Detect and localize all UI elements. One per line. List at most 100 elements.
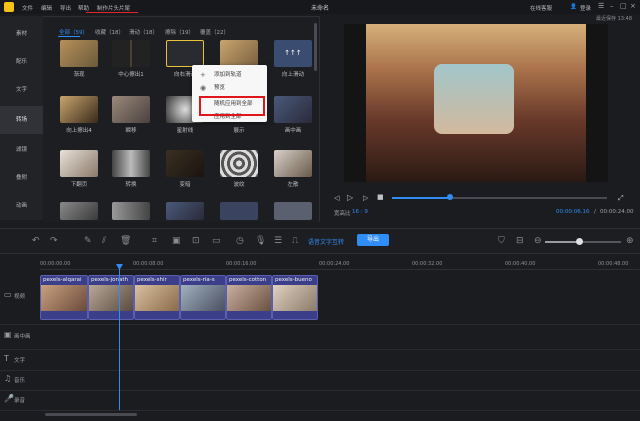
tick-label: 00:00:08.00 bbox=[133, 261, 164, 267]
crop-icon[interactable]: ⌗ bbox=[152, 236, 157, 246]
sidebar-item-overlay[interactable]: 叠附 bbox=[0, 164, 43, 192]
transition-thumb[interactable] bbox=[220, 40, 258, 67]
transition-thumb[interactable] bbox=[166, 202, 204, 220]
user-icon[interactable]: 👤 bbox=[570, 4, 577, 10]
video-preview[interactable] bbox=[344, 24, 608, 182]
tick-label: 00:00:48.00 bbox=[598, 261, 629, 267]
timeline-scrollbar[interactable] bbox=[45, 413, 137, 416]
track-header-pip[interactable]: ▣ 画中画 bbox=[0, 330, 40, 344]
menu-intro-outro[interactable]: 制作片头片尾 bbox=[97, 4, 130, 12]
tab-cover[interactable]: 覆盖（22） bbox=[200, 28, 229, 36]
stop-icon[interactable]: ■ bbox=[377, 193, 384, 201]
video-clip[interactable]: pexels-bueno bbox=[272, 275, 318, 320]
transition-thumb[interactable] bbox=[274, 202, 312, 220]
transition-thumb[interactable] bbox=[166, 150, 204, 177]
video-clip[interactable]: pexels-shir bbox=[134, 275, 180, 320]
progress-fill bbox=[392, 197, 451, 199]
transition-thumb[interactable] bbox=[60, 150, 98, 177]
tab-all[interactable]: 全部（59） bbox=[59, 28, 88, 36]
menu-icon[interactable]: ☰ bbox=[598, 2, 604, 10]
sidebar-item-transition[interactable]: 转场 bbox=[0, 106, 43, 134]
tts-icon[interactable]: ⎍ bbox=[292, 236, 298, 246]
aspect-value[interactable]: 16 : 9 bbox=[352, 209, 368, 215]
transition-thumb[interactable] bbox=[112, 150, 150, 177]
playhead[interactable] bbox=[119, 266, 120, 410]
freeze-icon[interactable]: ⊡ bbox=[192, 236, 200, 246]
maximize-icon[interactable]: □ bbox=[620, 2, 627, 10]
voice-to-text-button[interactable]: 语音文字互转 bbox=[308, 237, 344, 246]
mosaic-icon[interactable]: ▣ bbox=[172, 236, 181, 246]
transition-label: 星射线 bbox=[176, 128, 194, 134]
transition-thumb[interactable] bbox=[274, 150, 312, 177]
prev-frame-icon[interactable]: ◁ bbox=[334, 194, 339, 202]
record-icon[interactable]: 🎙 bbox=[255, 236, 266, 246]
transition-thumb[interactable] bbox=[220, 202, 258, 220]
speed-icon[interactable]: ◷ bbox=[236, 236, 244, 246]
duration-icon[interactable]: ▭ bbox=[212, 236, 221, 246]
transition-thumb[interactable] bbox=[60, 96, 98, 123]
menu-edit[interactable]: 编辑 bbox=[41, 4, 52, 12]
track-divider bbox=[0, 370, 640, 371]
next-frame-icon[interactable]: ▷ bbox=[363, 194, 368, 202]
transition-thumb[interactable] bbox=[112, 96, 150, 123]
online-support-link[interactable]: 在线客服 bbox=[530, 4, 552, 12]
subtitle-icon[interactable]: ☰ bbox=[274, 236, 282, 246]
transition-thumb[interactable]: ↑↑↑ bbox=[274, 40, 312, 67]
video-clip[interactable]: pexels-cotton bbox=[226, 275, 272, 320]
transition-label: 展示 bbox=[233, 128, 245, 134]
window-title: 未命名 bbox=[310, 5, 329, 12]
fullscreen-icon[interactable]: ⤢ bbox=[618, 194, 624, 203]
sidebar-item-music[interactable]: 配乐 bbox=[0, 48, 43, 76]
library-scrollbar[interactable] bbox=[314, 23, 317, 71]
tab-slide[interactable]: 滑动（18） bbox=[129, 28, 158, 36]
ctx-add-to-track[interactable]: + 添加到轨道 bbox=[192, 69, 267, 81]
zoom-handle[interactable] bbox=[576, 238, 584, 245]
sidebar-item-media[interactable]: 素材 bbox=[0, 20, 43, 48]
video-clip[interactable]: pexels-alqarai bbox=[40, 275, 88, 320]
transition-thumb[interactable] bbox=[60, 40, 98, 67]
ctx-preview[interactable]: ◉ 预览 bbox=[192, 82, 267, 94]
zoom-in-icon[interactable]: ⊕ bbox=[626, 236, 634, 246]
transition-thumb[interactable] bbox=[166, 40, 204, 67]
track-header-video[interactable]: ▭ 视频 bbox=[0, 290, 40, 304]
transition-thumb[interactable] bbox=[112, 40, 150, 67]
menu-help[interactable]: 帮助 bbox=[78, 4, 89, 12]
fit-icon[interactable]: ⊟ bbox=[516, 236, 524, 246]
delete-icon[interactable]: 🗑 bbox=[120, 236, 131, 246]
clip-thumbnail bbox=[181, 285, 225, 311]
transition-thumb[interactable] bbox=[274, 96, 312, 123]
transition-thumb[interactable] bbox=[112, 202, 150, 220]
sidebar-item-text[interactable]: 文字 bbox=[0, 76, 43, 104]
transition-label: 左散 bbox=[287, 182, 299, 188]
transition-thumb[interactable] bbox=[220, 150, 258, 177]
zoom-out-icon[interactable]: ⊖ bbox=[534, 236, 542, 246]
tab-wipe[interactable]: 擦除（19） bbox=[165, 28, 194, 36]
track-header-music[interactable]: ♫ 音乐 bbox=[0, 374, 40, 388]
login-link[interactable]: 登录 bbox=[580, 4, 591, 12]
close-icon[interactable]: × bbox=[630, 2, 636, 10]
highlight-box bbox=[199, 96, 265, 116]
edit-icon[interactable]: ✎ bbox=[84, 236, 92, 246]
video-clip[interactable]: pexels-ria-s bbox=[180, 275, 226, 320]
undo-icon[interactable]: ↶ bbox=[32, 236, 40, 246]
menu-export[interactable]: 导出 bbox=[60, 4, 71, 12]
play-icon[interactable]: ▷ bbox=[347, 193, 353, 202]
tab-favorites[interactable]: 收藏（18） bbox=[95, 28, 124, 36]
transition-label: 向上擦出4 bbox=[66, 128, 92, 134]
menu-file[interactable]: 文件 bbox=[22, 4, 33, 12]
transition-thumb[interactable] bbox=[60, 202, 98, 220]
track-header-record[interactable]: 🎤 录音 bbox=[0, 394, 40, 408]
marker-icon[interactable]: ⛉ bbox=[498, 236, 505, 246]
sidebar-item-filter[interactable]: 滤镜 bbox=[0, 136, 43, 164]
export-button[interactable]: 导出 bbox=[357, 234, 389, 246]
minimize-icon[interactable]: – bbox=[610, 2, 614, 10]
track-divider bbox=[0, 349, 640, 350]
transition-label: 转换 bbox=[125, 182, 137, 188]
video-clip[interactable]: pexels-jonath bbox=[88, 275, 134, 320]
track-header-text[interactable]: T 文字 bbox=[0, 354, 40, 368]
redo-icon[interactable]: ↷ bbox=[50, 236, 58, 246]
sidebar-item-animation[interactable]: 动画 bbox=[0, 192, 43, 220]
progress-handle[interactable] bbox=[447, 194, 454, 200]
split-icon[interactable]: ⫽ bbox=[102, 236, 106, 246]
track-divider bbox=[0, 390, 640, 391]
